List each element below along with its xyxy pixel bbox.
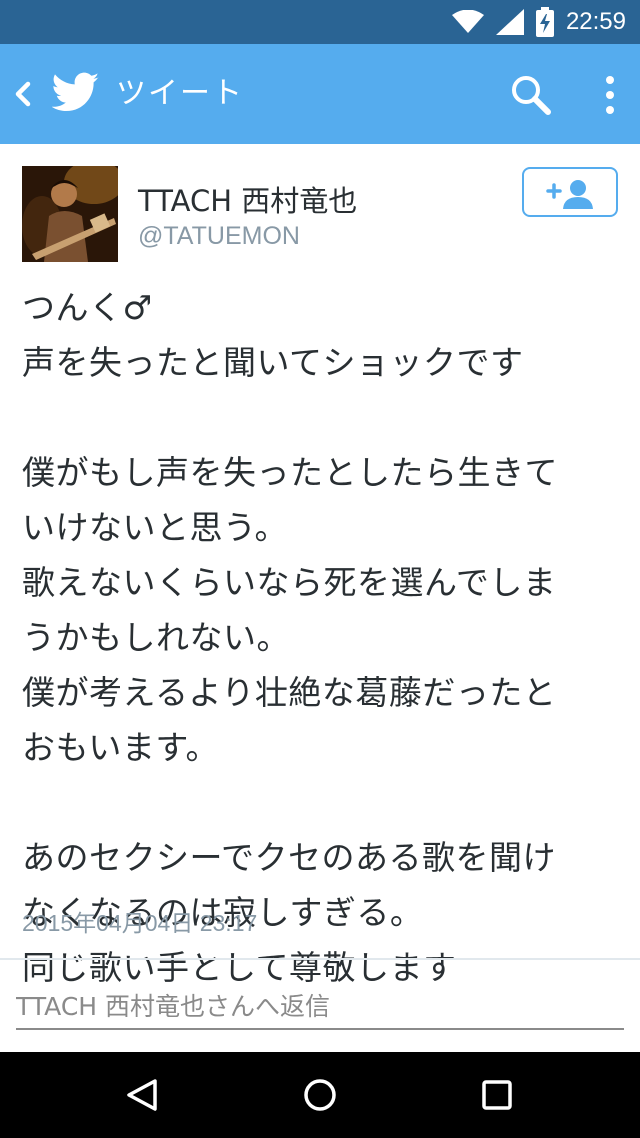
divider [0,958,640,960]
recents-square-icon [482,1080,512,1110]
follow-button[interactable] [522,167,618,217]
add-user-icon [546,180,593,209]
signal-icon [495,9,524,35]
search-button[interactable] [508,72,554,118]
back-button[interactable] [8,74,38,114]
nav-recents-button[interactable] [472,1070,522,1120]
system-nav-bar [0,1052,640,1138]
status-time: 22:59 [565,8,626,35]
overflow-menu-button[interactable] [590,70,630,120]
status-icons: 22:59 [451,0,626,44]
search-icon [512,76,551,115]
home-circle-icon [304,1079,336,1111]
tweet-timestamp[interactable]: 2015年04月04日 23:17 [22,904,257,938]
wifi-icon [451,10,484,33]
status-bar: 22:59 [0,0,640,44]
avatar-image [22,166,118,262]
tweet-text: つんく♂ 声を失ったと聞いてショックです 僕がもし声を失ったとしたら生きて いけ… [22,288,558,987]
twitter-bird-logo[interactable] [51,72,100,116]
battery-charging-icon [535,7,554,37]
display-name[interactable]: TTACH 西村竜也 [138,178,357,220]
twitter-bird-icon [51,72,99,111]
nav-back-button[interactable] [118,1070,168,1120]
reply-input[interactable] [16,984,624,1030]
nav-home-button[interactable] [295,1070,345,1120]
avatar[interactable] [22,166,118,262]
overflow-menu-icon [606,76,614,114]
back-arrow-icon [15,81,31,107]
back-triangle-icon [127,1079,157,1111]
user-handle[interactable]: @TATUEMON [138,222,300,251]
page-title: ツイート [116,76,244,111]
app-bar: ツイート [0,44,640,144]
